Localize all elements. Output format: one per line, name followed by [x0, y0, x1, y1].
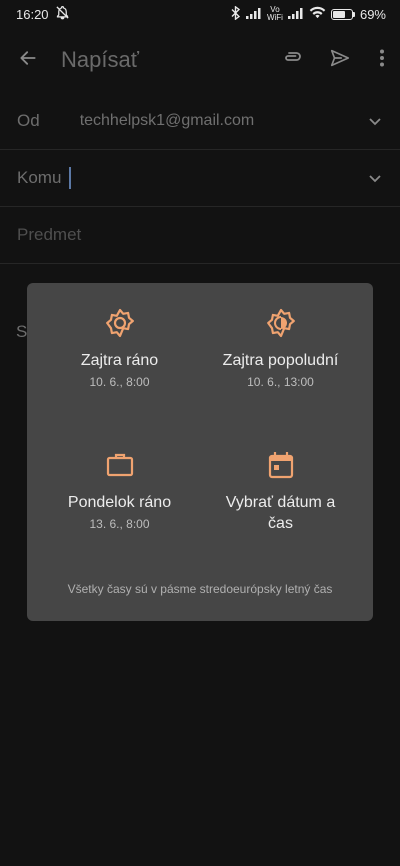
to-label: Komu: [17, 168, 62, 187]
battery-percent: 69%: [359, 6, 386, 22]
battery-icon: [330, 8, 355, 20]
wifi-icon: [309, 6, 326, 22]
send-button[interactable]: [316, 36, 364, 84]
option-datetime: 10. 6., 8:00: [89, 375, 150, 389]
from-address: techhelpsk1@gmail.com: [79, 112, 255, 129]
option-monday-morning[interactable]: Pondelok ráno 13. 6., 8:00: [33, 451, 206, 531]
to-row: Komu: [0, 150, 400, 207]
from-label: Od: [17, 111, 40, 130]
body-input[interactable]: S: [16, 322, 27, 342]
option-tomorrow-morning[interactable]: Zajtra ráno 10. 6., 8:00: [33, 308, 206, 389]
subject-input[interactable]: Predmet: [17, 225, 81, 245]
sun-icon: [33, 308, 206, 338]
paperclip-icon: [280, 46, 304, 75]
more-vert-icon: [379, 49, 385, 72]
option-tomorrow-afternoon[interactable]: Zajtra popoludní 10. 6., 13:00: [194, 308, 367, 389]
text-cursor: [69, 167, 72, 189]
option-datetime: 10. 6., 13:00: [247, 375, 314, 389]
subject-row[interactable]: Predmet: [0, 207, 400, 264]
arrow-back-icon: [18, 48, 38, 73]
option-pick-date-time[interactable]: Vybrať dátum a čas: [194, 451, 367, 534]
schedule-send-dialog: Zajtra ráno 10. 6., 8:00 Zajtra popoludn…: [27, 283, 373, 621]
signal-icon: [287, 7, 304, 22]
calendar-icon: [194, 451, 367, 479]
option-title: Zajtra ráno: [80, 352, 159, 369]
option-datetime: 13. 6., 8:00: [89, 517, 150, 531]
back-button[interactable]: [4, 36, 52, 84]
chevron-down-icon[interactable]: [368, 114, 382, 133]
send-icon: [329, 47, 351, 74]
status-bar: 16:20 Vo WiFi 69%: [0, 0, 400, 28]
half-sun-icon: [194, 308, 367, 338]
timezone-note: Všetky časy sú v pásme stredoeurópsky le…: [67, 582, 333, 596]
more-options-button[interactable]: [364, 36, 400, 84]
bluetooth-icon: [230, 4, 241, 23]
status-time: 16:20: [16, 6, 49, 22]
to-input[interactable]: [69, 166, 400, 190]
briefcase-icon: [33, 451, 206, 479]
notifications-off-icon: [55, 5, 70, 23]
option-title: Zajtra popoludní: [222, 352, 339, 369]
from-row[interactable]: Od techhelpsk1@gmail.com: [0, 93, 400, 150]
chevron-down-icon[interactable]: [368, 171, 382, 190]
vowifi-label: Vo WiFi: [266, 5, 283, 22]
attach-button[interactable]: [268, 36, 316, 84]
signal-icon: [245, 7, 262, 22]
option-title: Vybrať dátum a čas: [225, 494, 336, 532]
page-title: Napísať: [61, 47, 139, 72]
app-bar: Napísať: [0, 36, 400, 84]
option-title: Pondelok ráno: [67, 494, 172, 511]
